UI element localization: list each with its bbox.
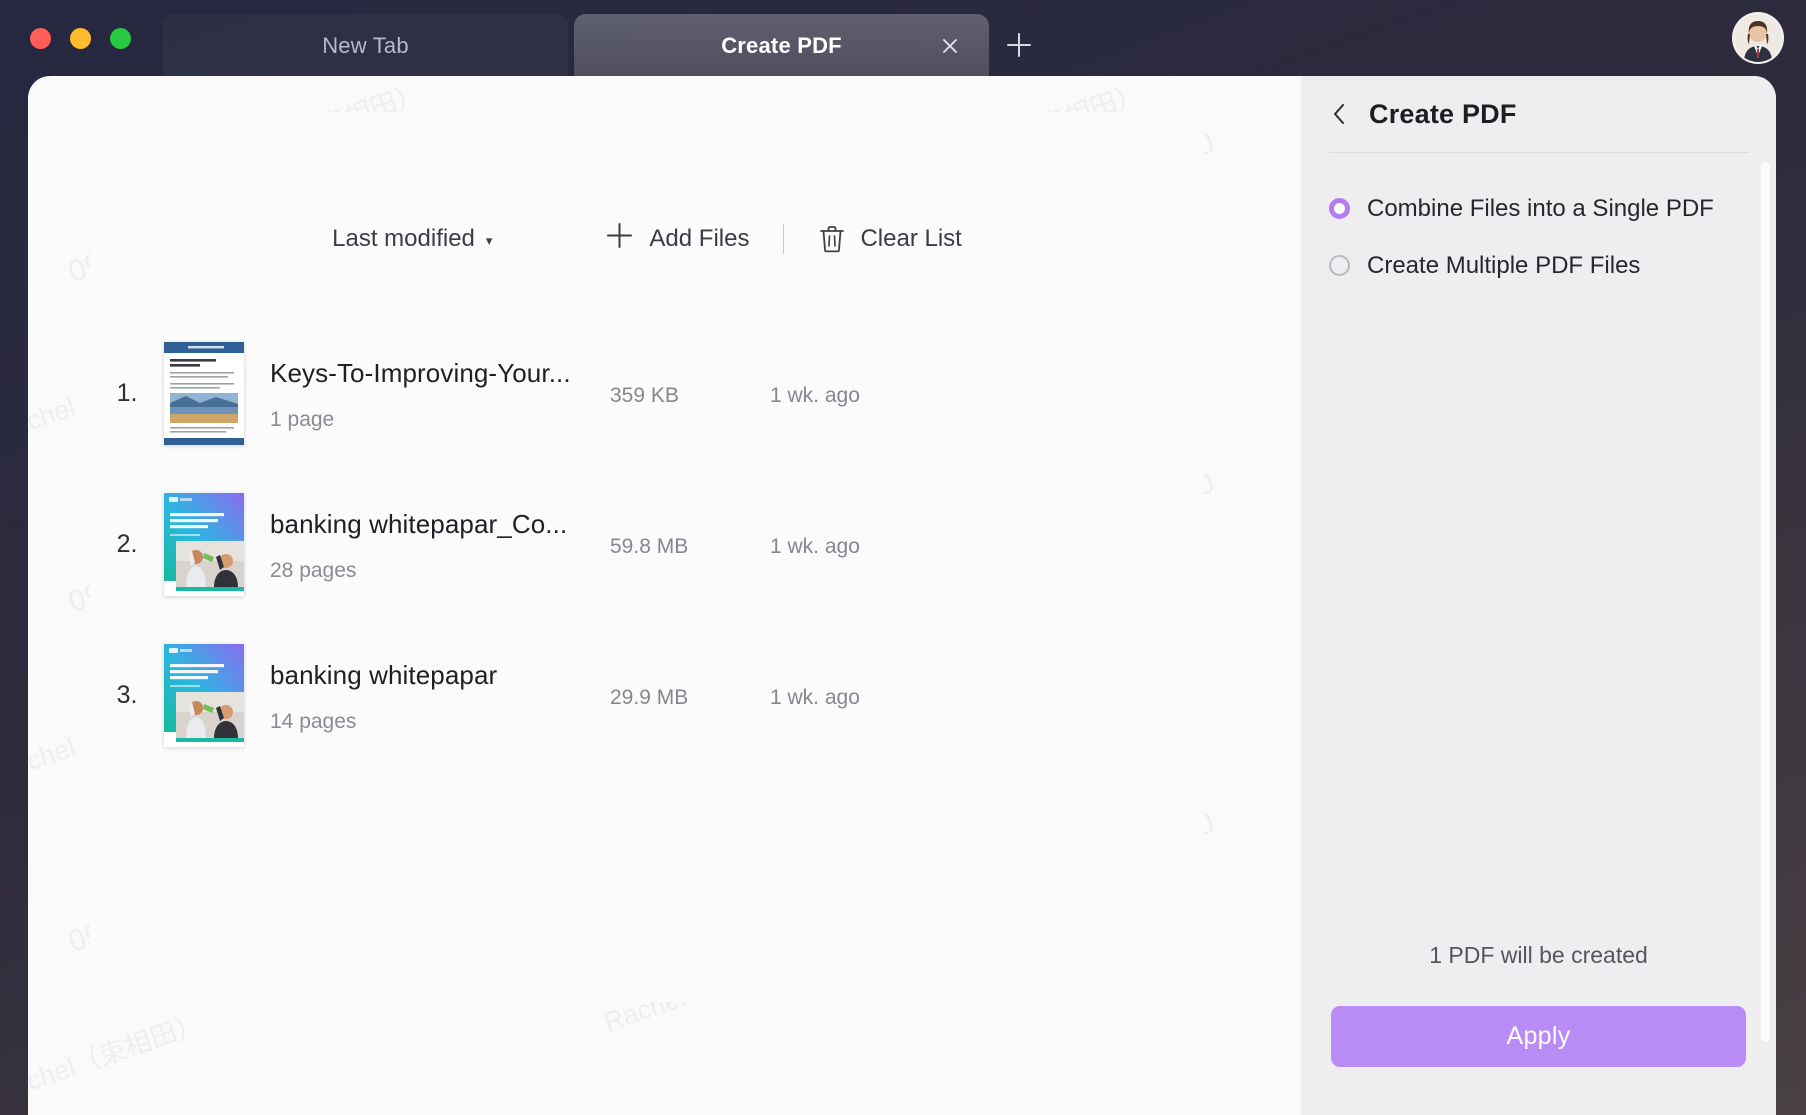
file-thumbnail: [164, 342, 244, 445]
plus-icon: [1007, 33, 1031, 57]
file-pages: 1 page: [270, 408, 335, 431]
file-size: 359 KB: [610, 384, 679, 407]
radio-option-multiple[interactable]: Create Multiple PDF Files: [1329, 243, 1749, 288]
file-list: 1. Keys-To-Improving-Your... 1 page 359 …: [90, 318, 1204, 771]
sort-dropdown-label: Last modified: [332, 225, 475, 252]
file-name: banking whitepapar: [270, 660, 498, 690]
file-pages: 28 pages: [270, 559, 357, 582]
radio-option-multiple-label: Create Multiple PDF Files: [1367, 251, 1641, 279]
avatar[interactable]: [1732, 12, 1784, 64]
traffic-light-controls: [30, 28, 131, 49]
file-modified: 1 wk. ago: [770, 535, 860, 558]
plus-icon: [604, 220, 635, 256]
file-list-pane: Last modified ▾ Add Files Clear List 1. …: [28, 76, 1301, 1115]
close-window-button[interactable]: [30, 28, 51, 49]
file-pages: 14 pages: [270, 710, 357, 733]
trash-icon-glyph: [820, 226, 845, 253]
trash-icon: [818, 224, 846, 254]
row-details: banking whitepapar 14 pages 29.9 MB 1 wk…: [270, 644, 1204, 747]
table-row[interactable]: 1. Keys-To-Improving-Your... 1 page 359 …: [90, 318, 1204, 469]
table-row[interactable]: 3. banking whitepapar 14 pages 29.9 MB 1…: [90, 620, 1204, 771]
radio-selected-icon: [1329, 198, 1350, 219]
plus-icon-glyph: [607, 223, 633, 248]
row-details: banking whitepapar_Co... 28 pages 59.8 M…: [270, 493, 1204, 596]
content-card: 0980 0980 0980 0980 0980 0980 0980 0980 …: [28, 76, 1776, 1115]
clear-list-label: Clear List: [860, 225, 962, 252]
clear-list-button[interactable]: Clear List: [818, 224, 962, 254]
file-size: 29.9 MB: [610, 686, 689, 709]
row-index: 3.: [116, 681, 138, 709]
add-files-button[interactable]: Add Files: [604, 222, 749, 256]
apply-button-label: Apply: [1506, 1022, 1571, 1050]
file-name: banking whitepapar_Co...: [270, 509, 568, 539]
tab-new-tab-label: New Tab: [322, 33, 409, 58]
tab-new-tab[interactable]: New Tab: [163, 14, 568, 78]
whitepaper-gradient-thumbnail: [164, 493, 244, 596]
file-modified: 1 wk. ago: [770, 384, 860, 407]
table-row[interactable]: 2. banking whitepapar_Co... 28 pages 59.…: [90, 469, 1204, 620]
radio-unselected-icon: [1329, 255, 1350, 276]
maximize-window-button[interactable]: [110, 28, 131, 49]
tab-create-pdf[interactable]: Create PDF: [574, 14, 989, 78]
row-details: Keys-To-Improving-Your... 1 page 359 KB …: [270, 342, 1204, 445]
row-index: 2.: [116, 530, 138, 558]
chevron-left-icon-glyph: [1334, 104, 1344, 124]
tab-create-pdf-label: Create PDF: [721, 33, 842, 58]
panel-scrollbar[interactable]: [1761, 162, 1770, 1042]
chevron-left-icon[interactable]: [1329, 101, 1349, 127]
sort-dropdown[interactable]: Last modified ▾: [332, 225, 492, 253]
radio-option-combine-label: Combine Files into a Single PDF: [1367, 194, 1714, 222]
titlebar: New Tab Create PDF: [0, 0, 1806, 78]
close-icon-glyph: [943, 39, 957, 53]
app-window: New Tab Create PDF Rachel（束相田） Last modi…: [0, 0, 1806, 1115]
new-tab-button[interactable]: [1000, 26, 1038, 64]
create-pdf-panel: Create PDF Combine Files into a Single P…: [1301, 76, 1776, 1115]
panel-header: Create PDF: [1301, 76, 1776, 152]
close-icon[interactable]: [937, 33, 963, 59]
file-modified: 1 wk. ago: [770, 686, 860, 709]
radio-option-combine[interactable]: Combine Files into a Single PDF: [1329, 186, 1749, 231]
minimize-window-button[interactable]: [70, 28, 91, 49]
user-avatar-image: [1734, 14, 1782, 62]
document-blue-header-thumbnail: [164, 342, 244, 445]
file-thumbnail: [164, 493, 244, 596]
file-size: 59.8 MB: [610, 535, 689, 558]
panel-divider: [1329, 152, 1749, 153]
status-text: 1 PDF will be created: [1429, 942, 1648, 968]
add-files-label: Add Files: [649, 225, 750, 252]
file-thumbnail: [164, 644, 244, 747]
row-index: 1.: [116, 379, 138, 407]
file-name: Keys-To-Improving-Your...: [270, 358, 571, 388]
page-title: Create PDF: [1369, 98, 1517, 129]
chevron-down-icon: ▾: [485, 233, 493, 248]
toolbar-divider: [783, 224, 785, 254]
file-list-toolbar: Last modified ▾ Add Files Clear List: [90, 216, 1204, 262]
pdf-mode-radio-group: Combine Files into a Single PDF Create M…: [1329, 186, 1749, 300]
apply-button[interactable]: Apply: [1331, 1006, 1746, 1067]
whitepaper-gradient-thumbnail: [164, 644, 244, 747]
